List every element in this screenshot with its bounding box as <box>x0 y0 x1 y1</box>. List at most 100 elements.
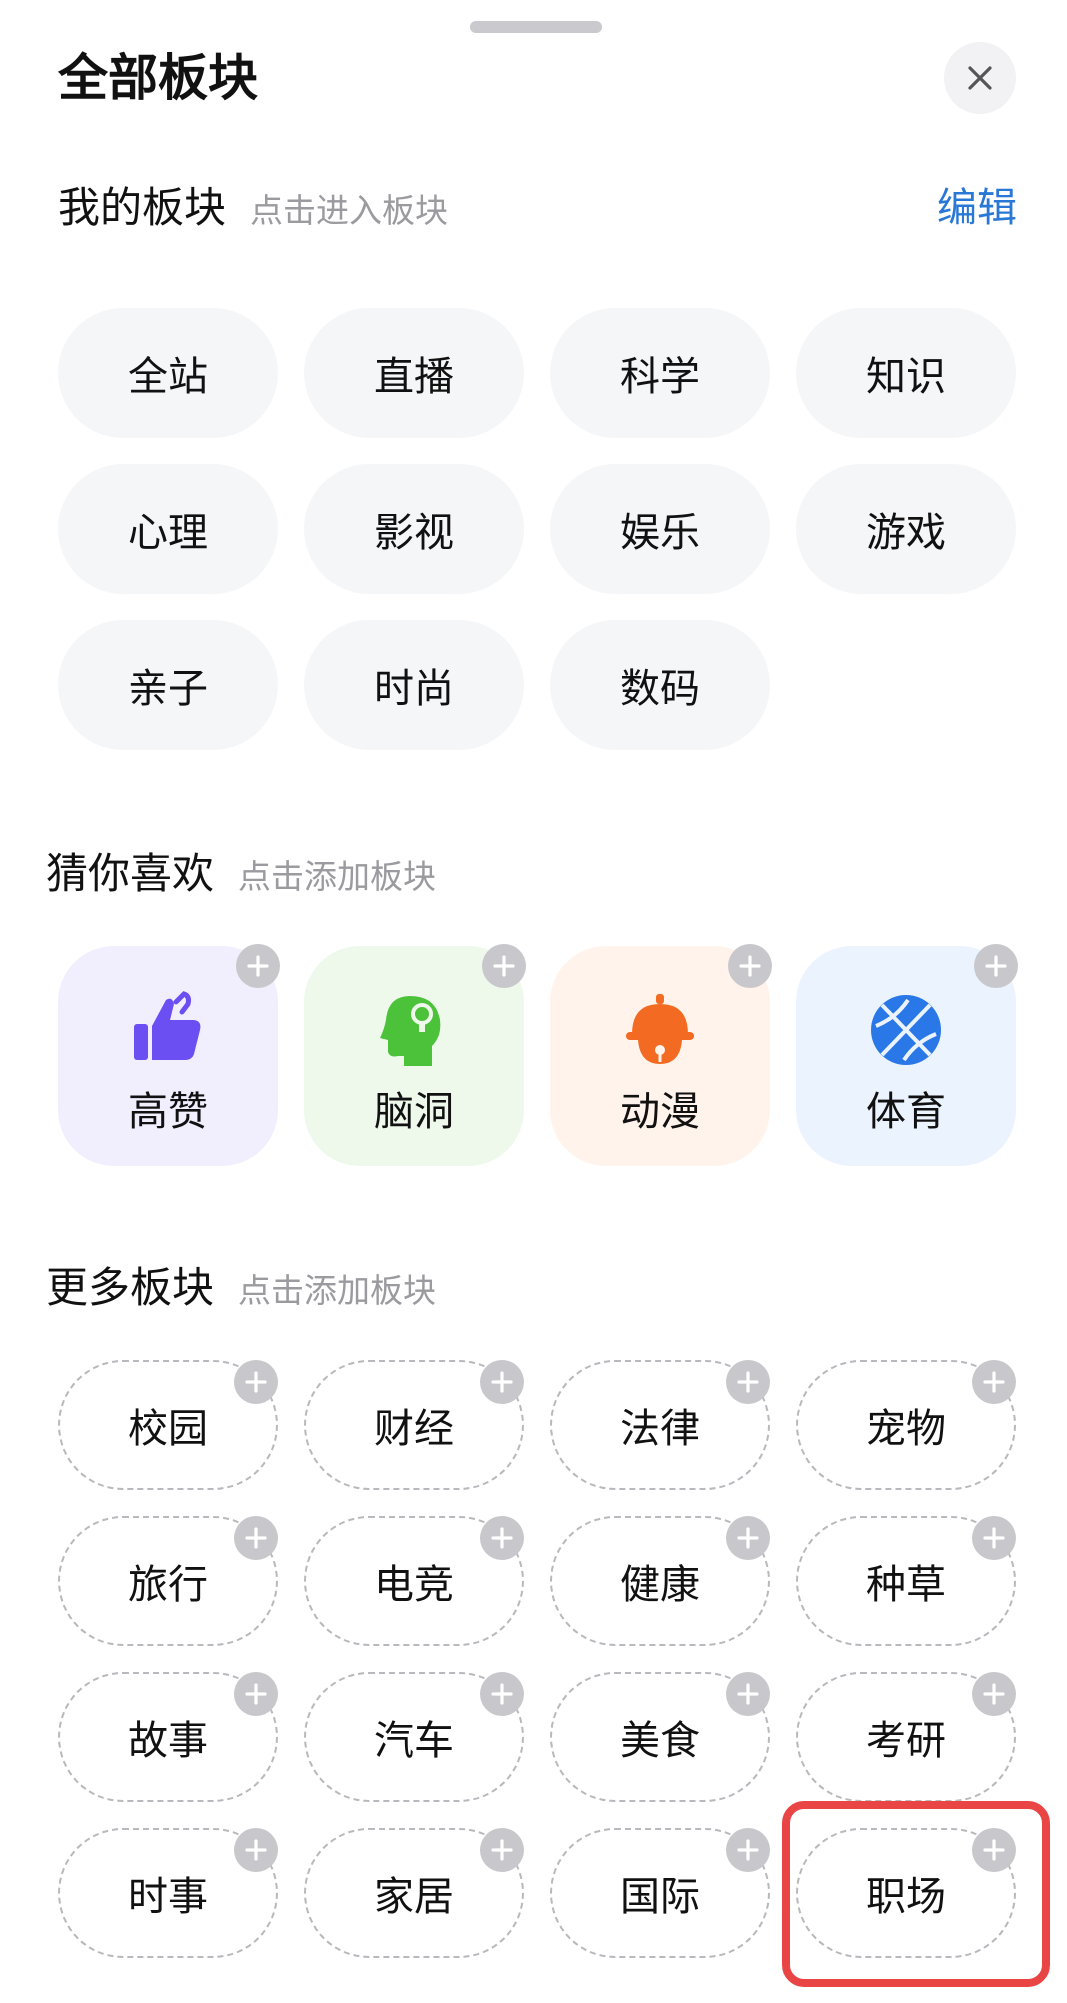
my-section-chip[interactable]: 知识 <box>796 308 1016 438</box>
more-sections-grid: 校园 财经 法律 宠物旅行 电竞 健康 种草故事 汽车 美食 考研时事 家居 国际 职场 <box>58 1360 1016 1960</box>
more-section-chip[interactable]: 考研 <box>796 1672 1016 1802</box>
plus-icon <box>737 1683 759 1705</box>
more-section-chip[interactable]: 宠物 <box>796 1360 1016 1490</box>
plus-icon <box>245 1839 267 1861</box>
chip-label: 娱乐 <box>620 510 700 556</box>
add-badge[interactable] <box>482 944 526 988</box>
more-section-chip[interactable]: 种草 <box>796 1516 1016 1646</box>
chip-label: 法律 <box>620 1406 700 1452</box>
plus-icon <box>491 1683 513 1705</box>
add-badge[interactable] <box>726 1672 770 1716</box>
more-section-chip[interactable]: 时事 <box>58 1828 278 1958</box>
chip-label: 数码 <box>620 666 700 712</box>
my-section-chip[interactable]: 全站 <box>58 308 278 438</box>
chip-label: 游戏 <box>866 510 946 556</box>
chip-label: 亲子 <box>128 666 208 712</box>
recommended-header: 猜你喜欢 点击添加板块 <box>46 846 436 905</box>
more-section-chip[interactable]: 职场 <box>796 1828 1016 1958</box>
recommended-card[interactable]: 脑洞 <box>304 944 526 1166</box>
my-sections-header: 我的板块 点击进入板块 <box>58 180 448 239</box>
chip-label: 影视 <box>374 510 454 556</box>
plus-icon <box>491 1371 513 1393</box>
sheet-title: 全部板块 <box>58 49 258 107</box>
add-badge[interactable] <box>728 944 772 988</box>
more-sections-title: 更多板块 <box>46 1263 215 1312</box>
add-badge[interactable] <box>234 1672 278 1716</box>
more-section-chip[interactable]: 家居 <box>304 1828 524 1958</box>
add-badge[interactable] <box>480 1360 524 1404</box>
add-badge[interactable] <box>480 1672 524 1716</box>
chip-label: 美食 <box>620 1718 700 1764</box>
add-badge[interactable] <box>726 1828 770 1872</box>
recommended-card-label: 脑洞 <box>374 1089 454 1135</box>
chip-label: 职场 <box>866 1874 946 1920</box>
more-section-chip[interactable]: 法律 <box>550 1360 770 1490</box>
chip-label: 直播 <box>374 354 454 400</box>
add-badge[interactable] <box>972 1672 1016 1716</box>
edit-button[interactable]: 编辑 <box>937 180 1017 236</box>
add-badge[interactable] <box>974 944 1018 988</box>
add-badge[interactable] <box>480 1516 524 1560</box>
add-badge[interactable] <box>972 1360 1016 1404</box>
plus-icon <box>983 1683 1005 1705</box>
more-section-chip[interactable]: 汽车 <box>304 1672 524 1802</box>
add-badge[interactable] <box>480 1828 524 1872</box>
chip-label: 财经 <box>374 1406 454 1452</box>
more-sections-hint: 点击添加板块 <box>238 1271 437 1310</box>
chip-label: 知识 <box>866 354 946 400</box>
chip-label: 宠物 <box>866 1406 946 1452</box>
my-section-chip[interactable]: 娱乐 <box>550 464 770 594</box>
my-section-chip[interactable]: 科学 <box>550 308 770 438</box>
plus-icon <box>245 1527 267 1549</box>
recommended-grid: 高赞 脑洞 动漫 体育 <box>58 944 1018 1168</box>
thumbs-up-icon <box>58 990 278 1070</box>
chip-label: 校园 <box>128 1406 208 1452</box>
add-badge[interactable] <box>726 1360 770 1404</box>
more-section-chip[interactable]: 美食 <box>550 1672 770 1802</box>
more-section-chip[interactable]: 旅行 <box>58 1516 278 1646</box>
recommended-card[interactable]: 体育 <box>796 944 1018 1166</box>
more-section-chip[interactable]: 校园 <box>58 1360 278 1490</box>
chip-label: 汽车 <box>374 1718 454 1764</box>
more-section-chip[interactable]: 健康 <box>550 1516 770 1646</box>
sheet-grab-handle[interactable] <box>470 21 602 33</box>
my-section-chip[interactable]: 直播 <box>304 308 524 438</box>
brain-head-icon <box>304 990 524 1070</box>
my-sections-grid: 全站 直播 科学 知识心理 影视 娱乐 游戏亲子 时尚 数码 <box>58 308 1016 752</box>
recommended-card[interactable]: 动漫 <box>550 944 772 1166</box>
add-badge[interactable] <box>234 1360 278 1404</box>
chip-label: 家居 <box>374 1874 454 1920</box>
my-section-chip[interactable]: 数码 <box>550 620 770 750</box>
chip-label: 时事 <box>128 1874 208 1920</box>
more-sections-header: 更多板块 点击添加板块 <box>46 1260 436 1319</box>
more-section-chip[interactable]: 国际 <box>550 1828 770 1958</box>
more-section-chip[interactable]: 电竞 <box>304 1516 524 1646</box>
plus-icon <box>245 1683 267 1705</box>
my-section-chip[interactable]: 心理 <box>58 464 278 594</box>
plus-icon <box>737 1527 759 1549</box>
more-section-chip[interactable]: 故事 <box>58 1672 278 1802</box>
recommended-title: 猜你喜欢 <box>46 849 215 898</box>
chip-label: 心理 <box>128 510 208 556</box>
my-section-chip[interactable]: 时尚 <box>304 620 524 750</box>
recommended-card-label: 高赞 <box>128 1089 208 1135</box>
plus-icon <box>245 1371 267 1393</box>
chip-label: 考研 <box>866 1718 946 1764</box>
my-section-chip[interactable]: 游戏 <box>796 464 1016 594</box>
add-badge[interactable] <box>234 1516 278 1560</box>
chip-label: 时尚 <box>374 666 454 712</box>
add-badge[interactable] <box>972 1516 1016 1560</box>
more-section-chip[interactable]: 财经 <box>304 1360 524 1490</box>
close-button[interactable] <box>944 42 1016 114</box>
add-badge[interactable] <box>972 1828 1016 1872</box>
plus-icon <box>739 955 761 977</box>
my-section-chip[interactable]: 亲子 <box>58 620 278 750</box>
add-badge[interactable] <box>234 1828 278 1872</box>
my-sections-hint: 点击进入板块 <box>250 191 449 230</box>
chip-label: 国际 <box>620 1874 700 1920</box>
recommended-card[interactable]: 高赞 <box>58 944 280 1166</box>
add-badge[interactable] <box>726 1516 770 1560</box>
plus-icon <box>737 1839 759 1861</box>
my-section-chip[interactable]: 影视 <box>304 464 524 594</box>
add-badge[interactable] <box>236 944 280 988</box>
